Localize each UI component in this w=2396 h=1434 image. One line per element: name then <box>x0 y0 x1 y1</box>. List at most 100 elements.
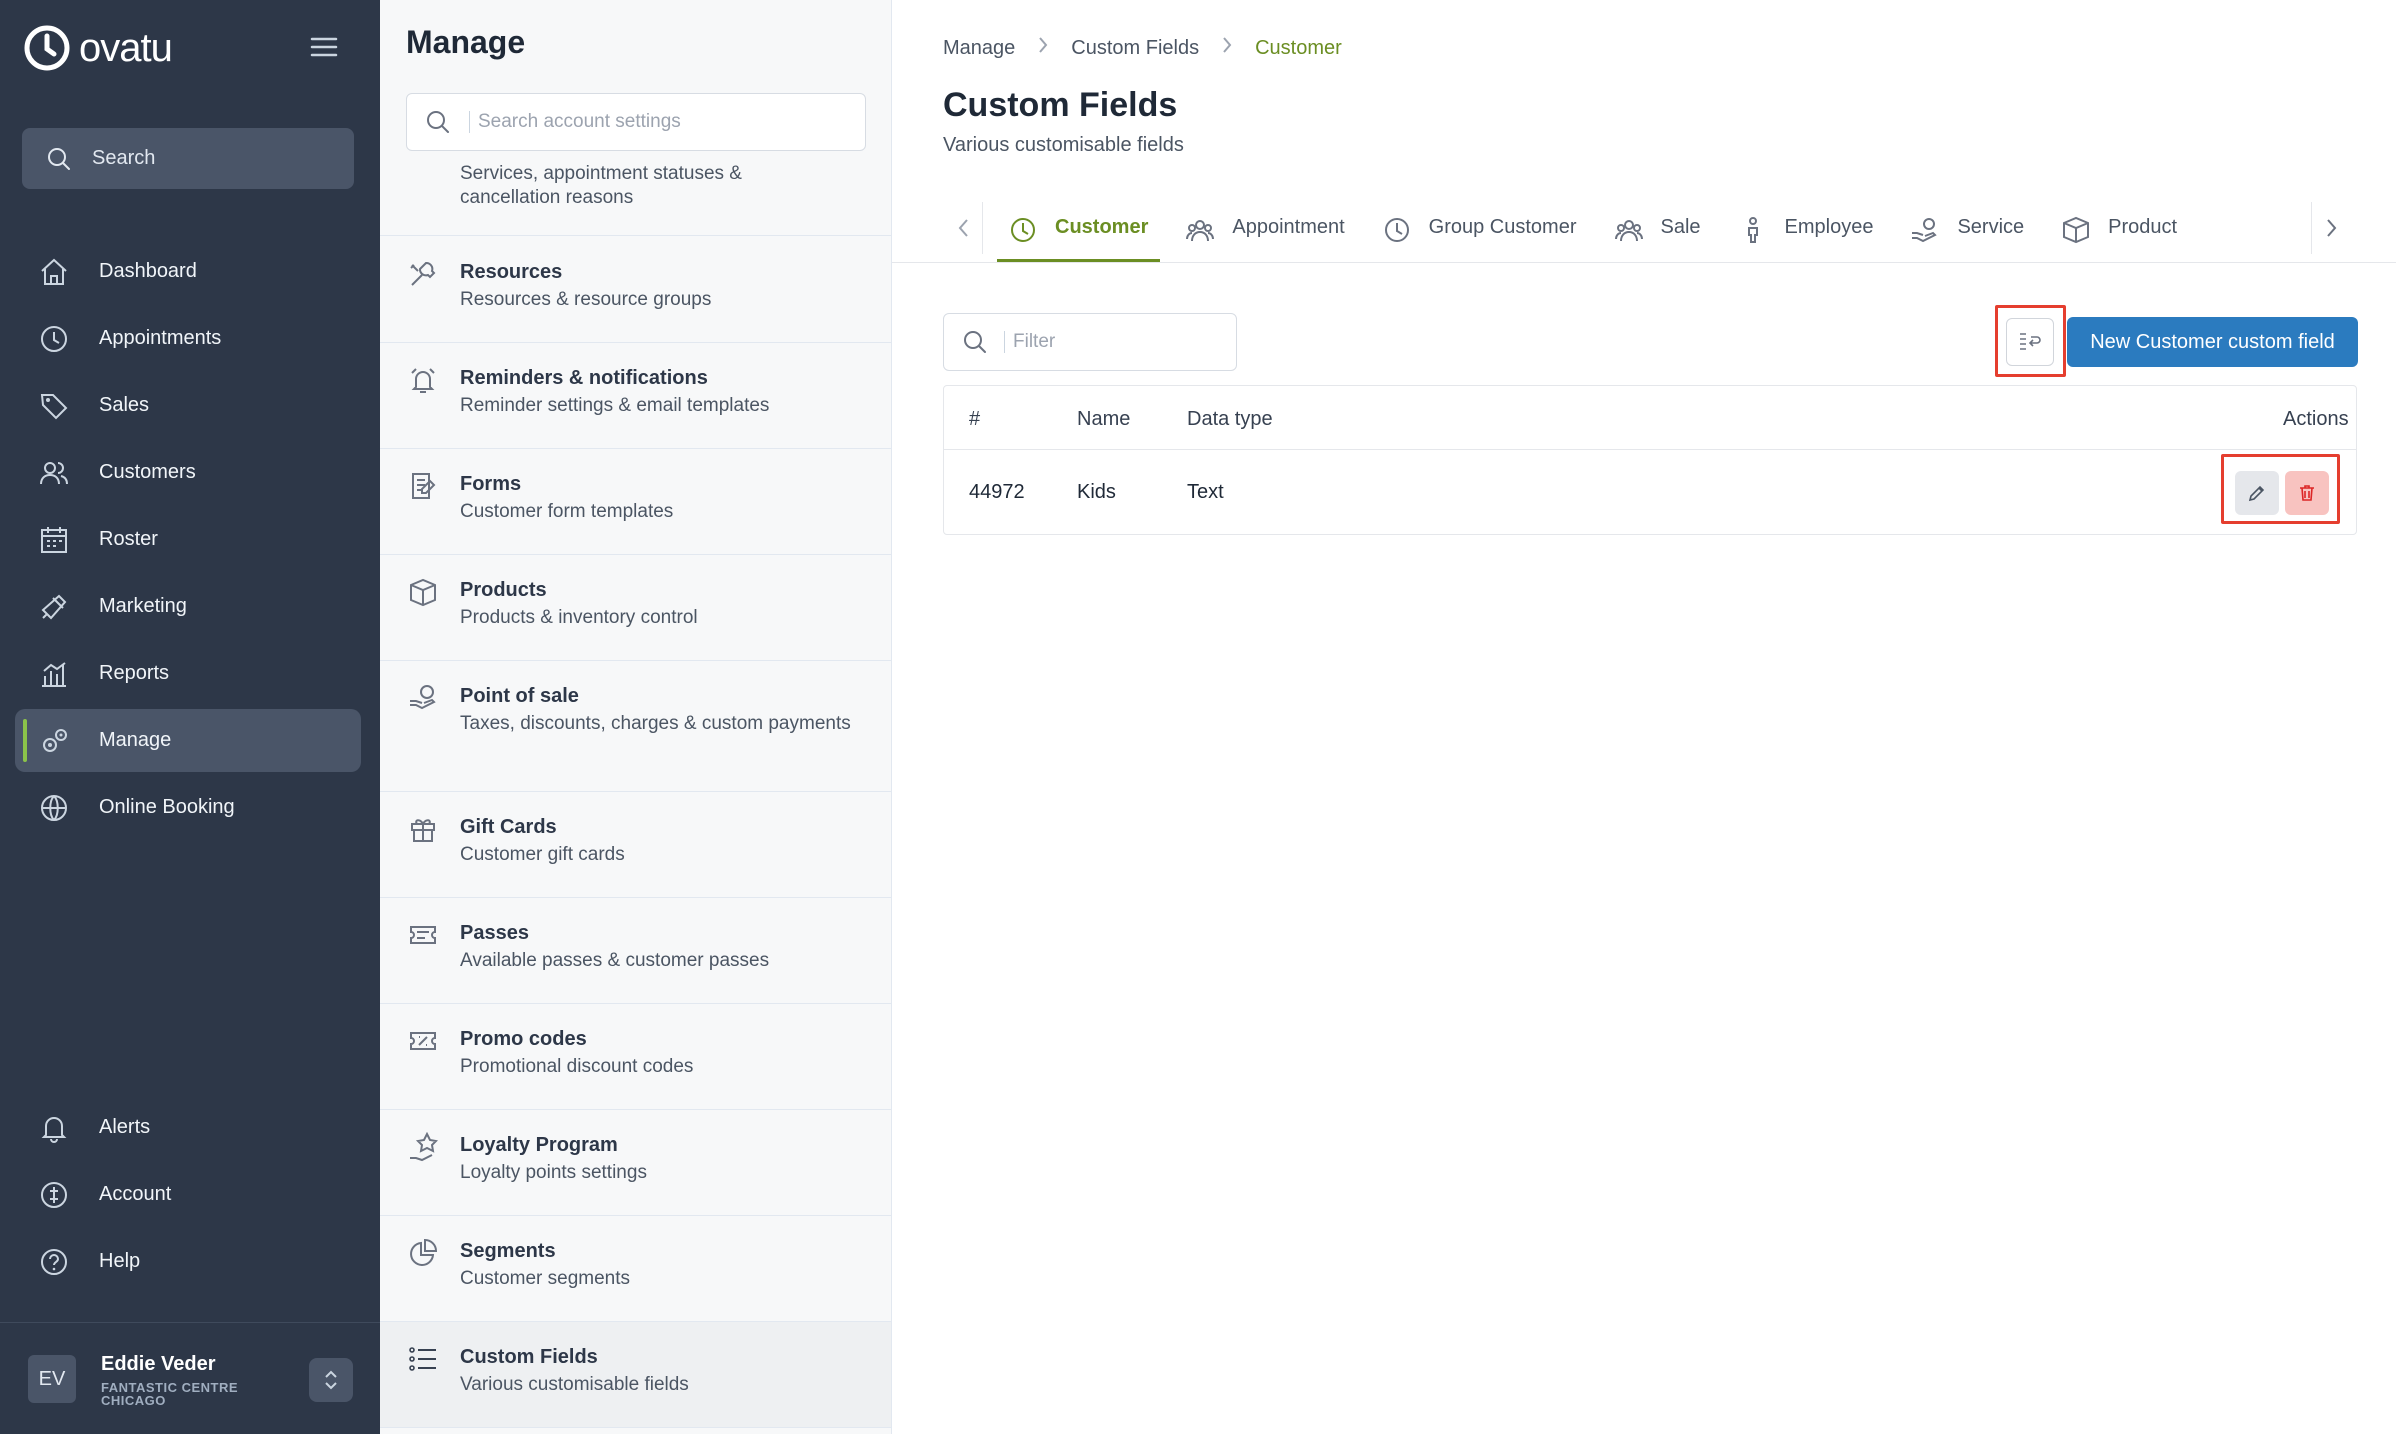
manage-item-title: Products <box>460 579 547 601</box>
sidebar-item-roster[interactable]: Roster <box>15 508 361 571</box>
tab-label: Sale <box>1660 216 1701 238</box>
sidebar-search[interactable]: Search <box>22 128 354 189</box>
manage-item-desc: Customer gift cards <box>460 844 625 865</box>
filter-input[interactable]: Filter <box>943 313 1237 371</box>
sidebar-item-online-booking[interactable]: Online Booking <box>15 776 361 839</box>
search-icon <box>48 147 70 170</box>
manage-list: Resources Resources & resource groups Re… <box>380 237 891 1428</box>
promo-icon <box>410 1032 436 1050</box>
sidebar-item-account[interactable]: Account <box>15 1163 361 1226</box>
chevron-updown-icon <box>325 1370 337 1390</box>
manage-item-desc: Reminder settings & email templates <box>460 395 770 416</box>
tabs-scroll-left-button[interactable] <box>943 202 983 254</box>
account-switch-button[interactable] <box>309 1358 353 1402</box>
tab-group-customer[interactable]: Group Customer <box>1371 202 1589 262</box>
new-customer-custom-field-button[interactable]: New Customer custom field <box>2067 317 2358 367</box>
sidebar-item-reports[interactable]: Reports <box>15 642 361 705</box>
chevron-right-icon <box>1037 36 1049 60</box>
sidebar-item-sales[interactable]: Sales <box>15 374 361 437</box>
tab-appointment[interactable]: Appointment <box>1174 202 1356 262</box>
breadcrumb-custom-fields[interactable]: Custom Fields <box>1071 37 1199 60</box>
sidebar-search-label: Search <box>92 147 156 169</box>
manage-item-desc: Customer form templates <box>460 501 674 522</box>
sidebar-item-appointments[interactable]: Appointments <box>15 307 361 370</box>
sidebar-item-help[interactable]: Help <box>15 1230 361 1293</box>
tab-product[interactable]: Product <box>2050 202 2189 262</box>
gears-icon <box>43 728 67 752</box>
ovatu-logo[interactable]: ovatu <box>23 24 173 72</box>
sidebar-item-label: Account <box>99 1183 172 1205</box>
manage-search-input[interactable]: Search account settings <box>406 93 866 151</box>
tab-label: Service <box>1957 216 2025 238</box>
manage-item-reminders[interactable]: Reminders & notifications Reminder setti… <box>380 343 891 449</box>
entity-tabs: Customer Appointment Group Customer Sale… <box>943 202 2351 262</box>
sidebar-item-label: Roster <box>99 528 158 550</box>
tag-icon <box>40 393 68 419</box>
manage-item-custom-fields[interactable]: Custom Fields Various customisable field… <box>380 1322 891 1428</box>
reorder-fields-button[interactable] <box>2006 318 2054 366</box>
chevron-right-icon <box>2326 219 2336 237</box>
tabs-scroll-right-button[interactable] <box>2311 202 2351 254</box>
tab-label: Group Customer <box>1428 216 1577 238</box>
tab-service[interactable]: Service <box>1899 202 2036 262</box>
breadcrumb-manage[interactable]: Manage <box>943 37 1015 60</box>
user-organisation: FANTASTIC CENTRE CHICAGO <box>101 1380 239 1408</box>
cell-data-type: Text <box>1187 481 1224 503</box>
hamburger-menu-icon[interactable] <box>310 36 338 63</box>
manage-item-resources[interactable]: Resources Resources & resource groups <box>380 237 891 343</box>
chevron-left-icon <box>958 219 968 237</box>
manage-item-title: Passes <box>460 922 529 944</box>
manage-item-segments[interactable]: Segments Customer segments <box>380 1216 891 1322</box>
sidebar-item-alerts[interactable]: Alerts <box>15 1096 361 1159</box>
breadcrumb: Manage Custom Fields Customer <box>943 36 1342 60</box>
tab-sale[interactable]: Sale <box>1603 202 1713 262</box>
sidebar-item-label: Reports <box>99 662 170 684</box>
reorder-icon <box>2020 333 2041 350</box>
list-icon <box>409 1347 436 1371</box>
box-icon <box>410 578 436 607</box>
sidebar-item-label: Alerts <box>99 1116 151 1138</box>
column-header-id: # <box>969 408 981 430</box>
sidebar-item-manage[interactable]: Manage <box>15 709 361 772</box>
manage-item-services-partial[interactable]: Services, appointment statuses & cancell… <box>380 150 891 236</box>
column-header-name: Name <box>1077 408 1131 430</box>
person-icon <box>1747 217 1758 243</box>
manage-item-title: Reminders & notifications <box>460 367 708 389</box>
search-icon <box>427 111 449 133</box>
manage-item-desc: Various customisable fields <box>460 1374 689 1395</box>
manage-item-products[interactable]: Products Products & inventory control <box>380 555 891 661</box>
tab-employee[interactable]: Employee <box>1727 202 1886 262</box>
account-icon <box>41 1181 67 1208</box>
manage-item-forms[interactable]: Forms Customer form templates <box>380 449 891 555</box>
sidebar-item-dashboard[interactable]: Dashboard <box>15 240 361 303</box>
manage-item-gift-cards[interactable]: Gift Cards Customer gift cards <box>380 792 891 898</box>
table-row: 44972 Kids Text <box>944 450 2356 536</box>
sidebar-item-label: Dashboard <box>99 260 197 282</box>
tab-label: Appointment <box>1232 216 1345 238</box>
manage-item-loyalty-program[interactable]: Loyalty Program Loyalty points settings <box>380 1110 891 1216</box>
group-icon <box>1614 220 1643 242</box>
user-name: Eddie Veder <box>101 1353 216 1375</box>
manage-item-passes[interactable]: Passes Available passes & customer passe… <box>380 898 891 1004</box>
sidebar-item-label: Appointments <box>99 327 222 349</box>
service-icon <box>1912 218 1938 243</box>
manage-item-desc: Promotional discount codes <box>460 1056 694 1077</box>
alarm-icon <box>411 368 435 393</box>
sidebar-item-label: Online Booking <box>99 796 235 818</box>
manage-item-title: Custom Fields <box>460 1346 598 1368</box>
tab-customer[interactable]: Customer <box>997 202 1161 262</box>
sidebar-item-label: Customers <box>99 461 196 483</box>
table-header: # Name Data type Actions <box>944 386 2356 450</box>
user-profile[interactable]: EV Eddie Veder FANTASTIC CENTRE CHICAGO <box>0 1322 380 1434</box>
manage-item-promo-codes[interactable]: Promo codes Promotional discount codes <box>380 1004 891 1110</box>
globe-icon <box>41 794 67 821</box>
pie-icon <box>410 1238 438 1266</box>
custom-fields-table: # Name Data type Actions 44972 Kids Text <box>943 385 2357 535</box>
manage-item-point-of-sale[interactable]: Point of sale Taxes, discounts, charges … <box>380 661 891 792</box>
group-icon <box>1186 220 1215 242</box>
sidebar-item-customers[interactable]: Customers <box>15 441 361 504</box>
column-header-actions: Actions <box>2283 408 2349 430</box>
sidebar-item-label: Marketing <box>99 595 187 617</box>
sidebar-item-marketing[interactable]: Marketing <box>15 575 361 638</box>
avatar: EV <box>28 1355 76 1403</box>
